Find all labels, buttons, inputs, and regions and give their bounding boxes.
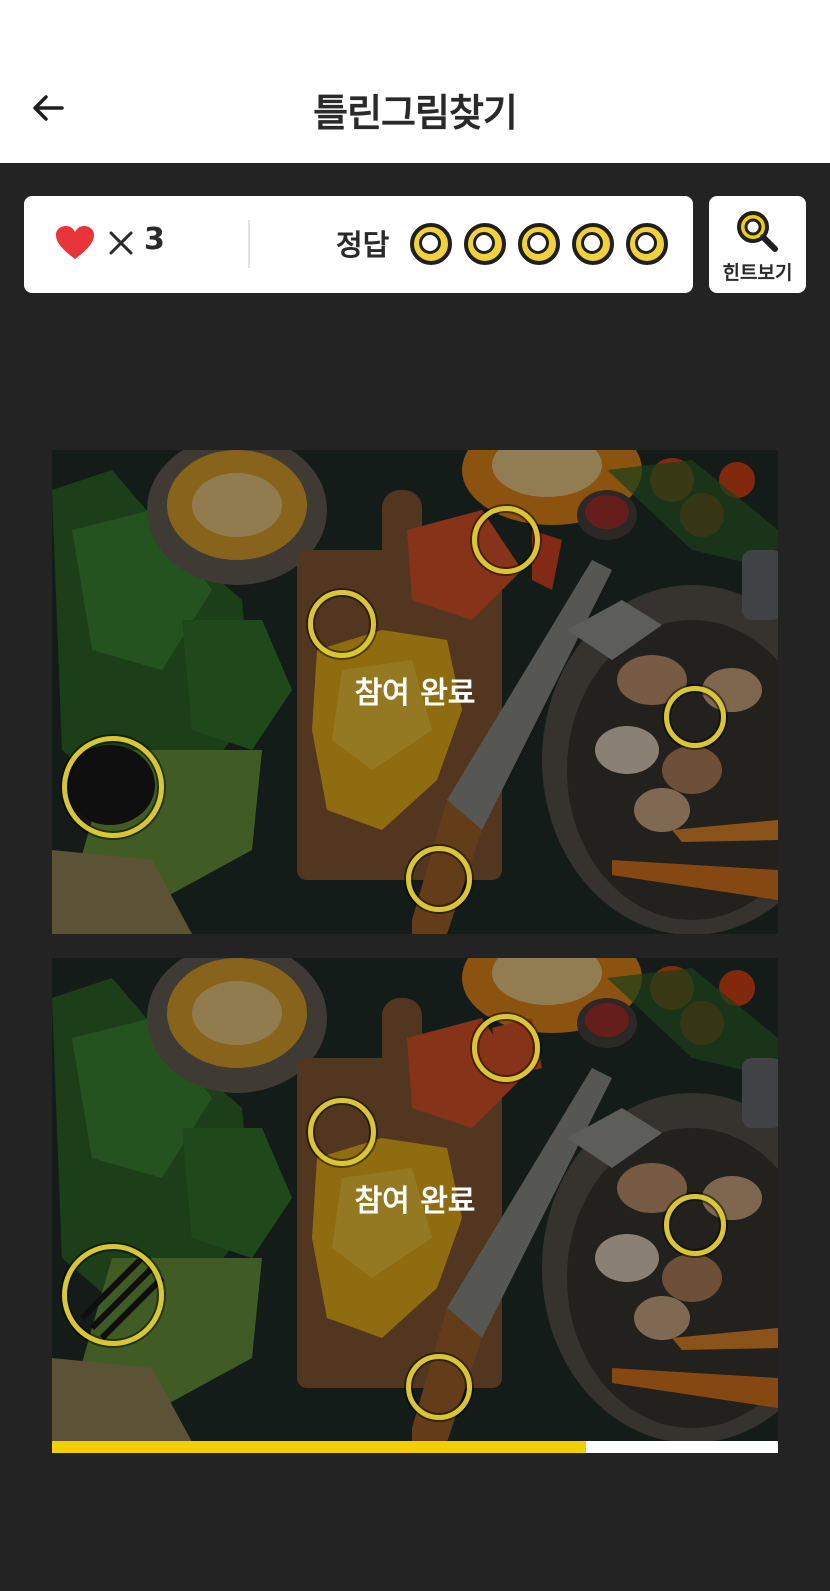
participation-complete-label: 참여 완료 xyxy=(354,1184,476,1219)
answer-slot-found xyxy=(410,223,452,265)
found-difference-marker xyxy=(472,1014,540,1082)
divider xyxy=(248,220,250,268)
answer-slot-found xyxy=(464,223,506,265)
answer-slot-found xyxy=(572,223,614,265)
found-difference-marker xyxy=(62,736,164,838)
status-card: 3 정답 xyxy=(24,196,693,293)
puzzle-image-top[interactable]: 참여 완료 xyxy=(52,450,778,934)
magnifier-icon xyxy=(737,211,778,252)
found-difference-marker xyxy=(472,506,540,574)
answer-label: 정답 xyxy=(336,228,390,262)
participation-complete-label: 참여 완료 xyxy=(354,676,476,711)
puzzle-image-bottom[interactable]: 참여 완료 xyxy=(52,958,778,1442)
heart-icon xyxy=(56,226,94,259)
found-difference-marker xyxy=(406,1354,472,1420)
found-difference-marker xyxy=(308,1098,376,1166)
lives-count: 3 xyxy=(144,222,165,257)
answer-slot-found xyxy=(626,223,668,265)
times-icon xyxy=(109,231,133,255)
hint-button[interactable]: 힌트보기 xyxy=(709,196,806,293)
found-difference-marker xyxy=(62,1244,164,1346)
hint-label: 힌트보기 xyxy=(722,262,793,284)
found-difference-marker xyxy=(406,846,472,912)
found-difference-marker xyxy=(308,590,376,658)
answer-slot-found xyxy=(518,223,560,265)
progress-fill xyxy=(52,1441,586,1453)
answer-slots xyxy=(410,223,668,265)
page-title: 틀린그림찾기 xyxy=(313,91,518,135)
header-bar: 틀린그림찾기 xyxy=(0,0,830,163)
progress-bar xyxy=(52,1441,778,1453)
